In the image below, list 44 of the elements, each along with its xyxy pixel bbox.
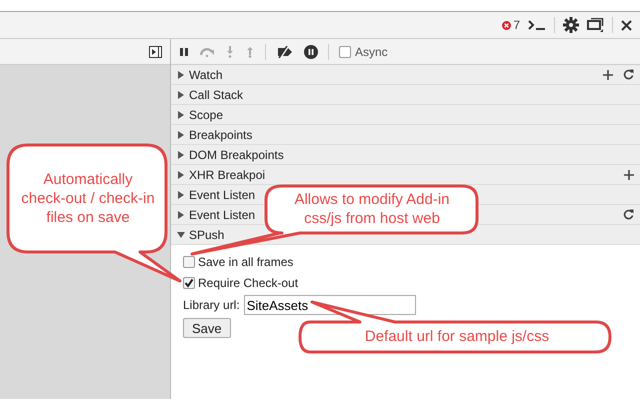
library-url-field[interactable]: SiteAssets xyxy=(244,295,416,315)
add-icon[interactable] xyxy=(603,70,613,80)
collapsed-triangle-icon[interactable] xyxy=(177,170,185,178)
section-title[interactable]: XHR Breakpoi xyxy=(189,166,266,184)
callout-text: Automatically check-out / check-in files on save xyxy=(20,170,156,227)
save-button[interactable]: Save xyxy=(183,318,231,338)
checkbox[interactable] xyxy=(183,277,195,289)
settings-icon[interactable] xyxy=(563,17,579,33)
callout-text: Allows to modify Add-in css/js from host web xyxy=(293,190,451,228)
callout-text: Default url for sample js/css xyxy=(364,327,550,346)
collapsed-triangle-icon[interactable] xyxy=(177,150,185,158)
dock-icon[interactable] xyxy=(587,18,604,32)
refresh-icon[interactable] xyxy=(623,209,634,220)
section-title[interactable]: SPush xyxy=(189,226,224,244)
sidebar-toggle-icon[interactable] xyxy=(149,46,162,58)
section-title[interactable]: Watch xyxy=(189,66,223,84)
collapsed-triangle-icon[interactable] xyxy=(177,90,185,98)
pause-on-exceptions-icon[interactable] xyxy=(304,44,318,58)
section-title[interactable]: Breakpoints xyxy=(189,126,252,144)
error-icon xyxy=(502,20,512,30)
console-icon[interactable] xyxy=(528,20,546,30)
add-icon[interactable] xyxy=(624,170,634,180)
collapsed-triangle-icon[interactable] xyxy=(177,70,185,78)
option-label: Require Check-out xyxy=(198,275,298,292)
refresh-icon[interactable] xyxy=(623,69,634,80)
async-checkbox[interactable] xyxy=(339,46,351,58)
close-icon[interactable] xyxy=(621,20,632,30)
collapsed-triangle-icon[interactable] xyxy=(177,210,185,218)
collapsed-triangle-icon[interactable] xyxy=(177,190,185,198)
section-title[interactable]: Event Listen xyxy=(189,186,256,204)
library-url-label: Library url: xyxy=(183,297,240,314)
error-count[interactable]: 7 xyxy=(513,16,520,34)
collapsed-triangle-icon[interactable] xyxy=(177,130,185,138)
section-title[interactable]: DOM Breakpoints xyxy=(189,146,284,164)
async-label: Async xyxy=(355,44,388,60)
option-label: Save in all frames xyxy=(198,254,294,271)
section-title[interactable]: Event Listen xyxy=(189,206,256,224)
section-title[interactable]: Call Stack xyxy=(189,86,244,104)
deactivate-breakpoints-icon[interactable] xyxy=(276,46,294,58)
pause-icon[interactable] xyxy=(179,46,189,56)
expanded-triangle-icon[interactable] xyxy=(177,230,185,238)
section-title[interactable]: Scope xyxy=(189,106,224,124)
checkbox[interactable] xyxy=(183,256,195,268)
collapsed-triangle-icon[interactable] xyxy=(177,110,185,118)
